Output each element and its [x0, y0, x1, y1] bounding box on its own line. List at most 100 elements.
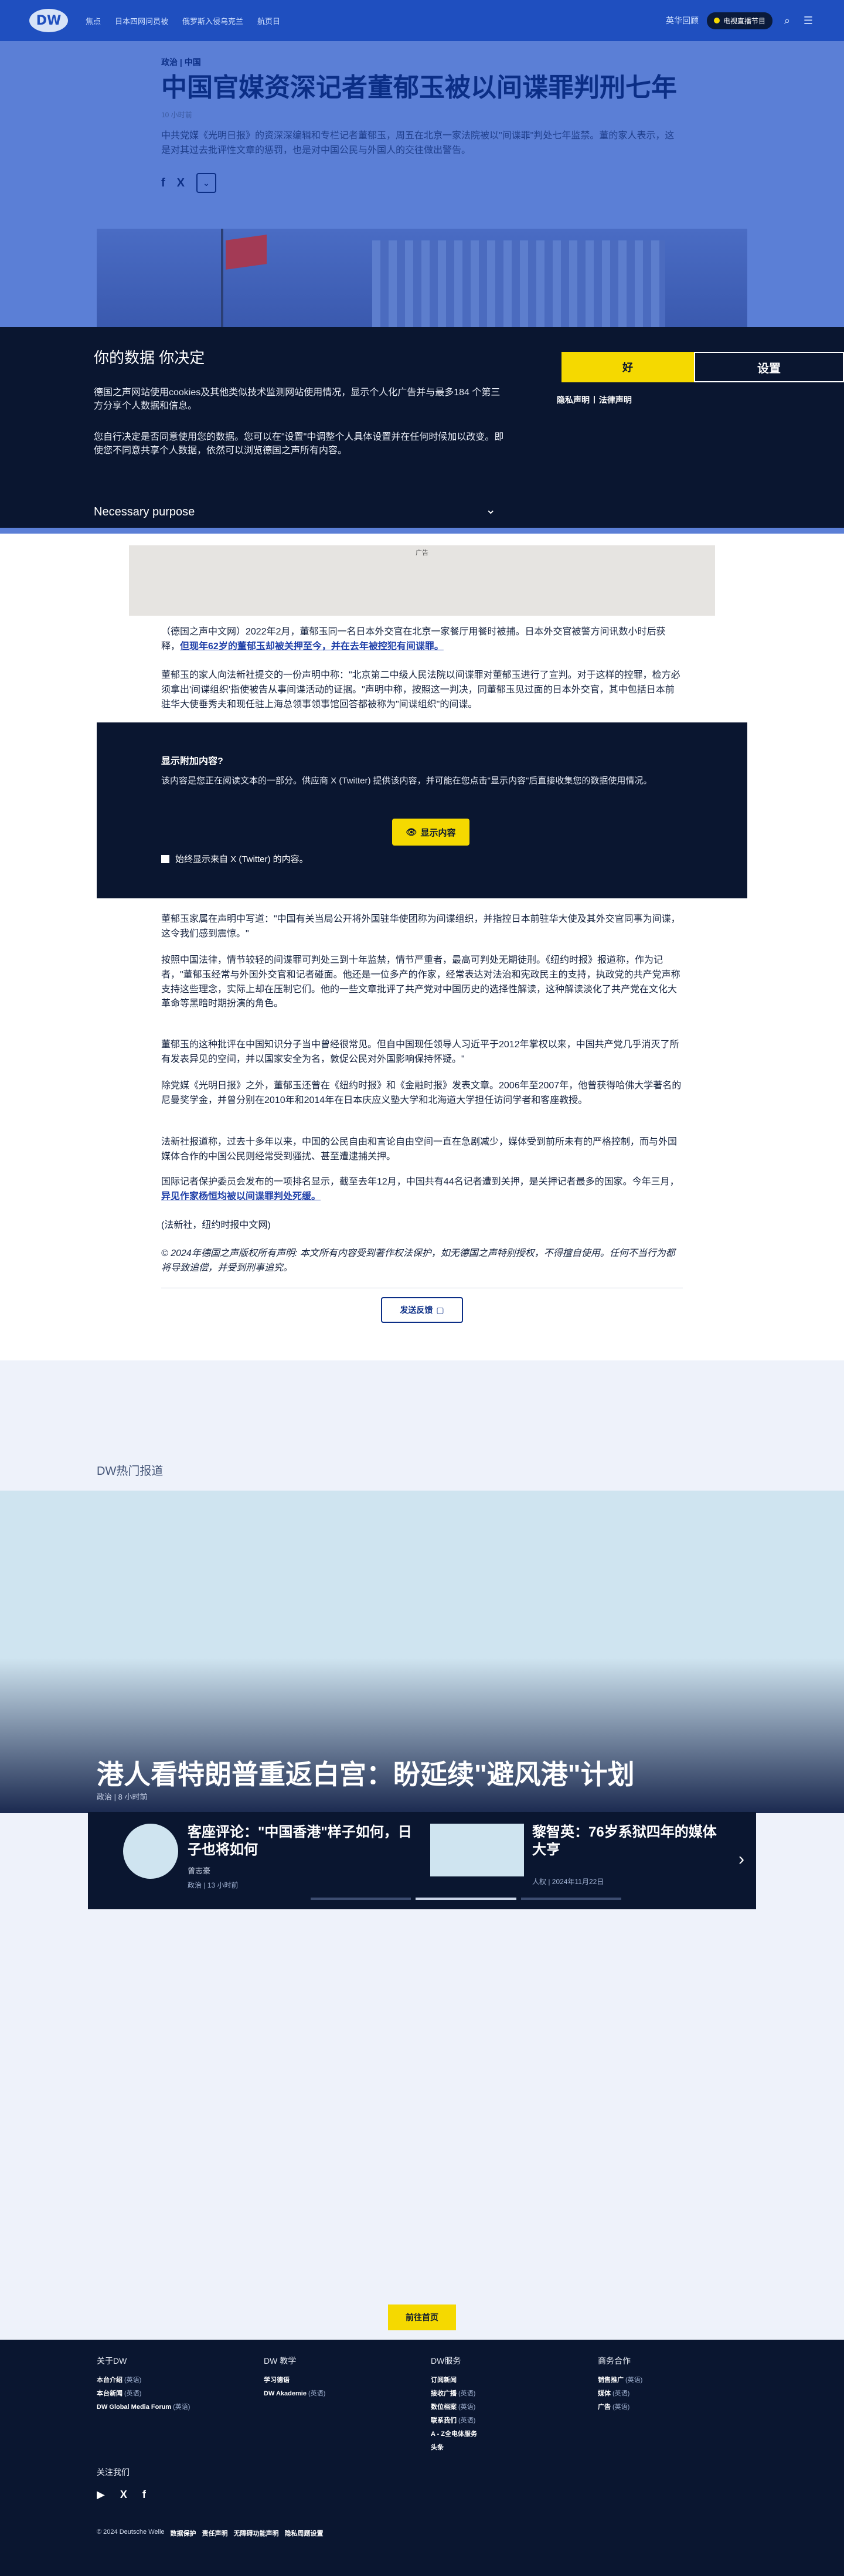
show-content-button[interactable]: 👁 显示内容 [392, 819, 469, 846]
always-show-label: 始终显示来自 X (Twitter) 的内容。 [175, 854, 308, 864]
top-navigation-bar: DW 焦点 日本四网问员被 俄罗斯入侵乌克兰 航页日 英华回顾 电视直播节目 ⌕… [0, 0, 844, 41]
chevron-down-icon[interactable]: ⌄ [485, 502, 496, 517]
header-actions: 英华回顾 电视直播节目 ⌕ ☰ [666, 12, 815, 29]
carousel-dot[interactable] [520, 1898, 621, 1900]
footer-col-about: 关于DW 本台介绍 (英语) 本台新闻 (英语) DW Global Media F… [97, 2355, 261, 2415]
footer-link[interactable]: 学习德语 [264, 2375, 428, 2384]
legal-link[interactable]: 法律声明 [599, 394, 632, 406]
necessary-purpose-toggle[interactable]: Necessary purpose [94, 505, 195, 519]
article-kicker[interactable]: 政治 | 中国 [161, 56, 683, 68]
flag [226, 235, 267, 270]
article-hero-image [97, 229, 747, 328]
footer-link[interactable]: DW Global Media Forum (英语) [97, 2402, 261, 2411]
search-icon[interactable]: ⌕ [781, 14, 794, 27]
footer-col-title: DW服务 [431, 2356, 461, 2365]
section-title: DW热门报道 [97, 1465, 164, 1478]
always-show-checkbox[interactable]: 始终显示来自 X (Twitter) 的内容。 [161, 853, 308, 865]
footer-link[interactable]: DW Akademie (英语) [264, 2388, 428, 2398]
legal-link[interactable]: 隐私周题设置 [285, 2529, 324, 2538]
footer: 关于DW 本台介绍 (英语) 本台新闻 (英语) DW Global Media F… [0, 2340, 844, 2576]
paragraph-1-link[interactable]: 但现年62岁的董郁玉却被关押至今，并在去年被控犯有间谍罪。 [180, 642, 444, 651]
footer-col-learning: DW 教学 学习德语 DW Akademie (英语) [264, 2355, 428, 2402]
follow-us-label: 关注我们 [97, 2468, 130, 2477]
card-author: 曾志豪 [188, 1866, 211, 1875]
link-separator: | [593, 394, 595, 403]
facebook-share-icon[interactable]: f [161, 177, 165, 190]
footer-col-title: 商务合作 [598, 2356, 631, 2365]
footer-link[interactable]: A - Z全电体服务 [431, 2429, 595, 2438]
footer-col-services: DW服务 订阅新闻 接收广播 (英语) 数位档案 (英语) 联系我们 (英语) A -… [431, 2355, 595, 2456]
footer-link[interactable]: 接收广播 (英语) [431, 2388, 595, 2398]
live-tv-button[interactable]: 电视直播节目 [706, 12, 772, 29]
author-avatar [123, 1824, 178, 1879]
youtube-icon[interactable]: ▶ [97, 2489, 105, 2501]
card-meta: 政治 | 13 小时前 [188, 1881, 239, 1889]
article-header: 政治 | 中国 中国官媒资深记者董郁玉被以间谍罪判刑七年 10 小时前 中共党媒… [161, 56, 683, 194]
checkbox-box[interactable] [161, 854, 169, 863]
footer-link[interactable]: 媒体 (英语) [598, 2388, 762, 2398]
x-icon[interactable]: X [120, 2489, 127, 2501]
article-headline: 中国官媒资深记者董郁玉被以间谍罪判刑七年 [161, 73, 677, 102]
paragraph-7: 法新社报道称，过去十多年以来，中国的公民自由和言论自由空间一直在急剧减少，媒体受… [161, 1137, 678, 1162]
building [372, 240, 665, 328]
paragraph-6: 除党媒《光明日报》之外，董郁玉还曾在《纽约时报》和《金融时报》发表文章。2006… [161, 1081, 682, 1105]
send-feedback-button[interactable]: 发送反馈 ▢ [381, 1297, 463, 1323]
embed-text: 该内容是您正在阅读文本的一部分。供应商 X (Twitter) 提供该内容，并可… [161, 776, 652, 786]
footer-link[interactable]: 销售推广 (英语) [598, 2375, 762, 2384]
paragraph-8-text: 国际记者保护委员会发布的一项排名显示，截至去年12月，中国共有44名记者遭到关押… [161, 1177, 679, 1187]
more-share-button[interactable]: ⌄ [196, 173, 217, 194]
legal-link[interactable]: 数据保护 [171, 2529, 196, 2538]
embed-title: 显示附加内容? [161, 756, 223, 766]
footer-col-title: 关于DW [97, 2356, 127, 2365]
footer-link[interactable]: 广告 (英语) [598, 2402, 762, 2411]
settings-button[interactable]: 设置 [694, 352, 844, 382]
story-carousel: 客座评论："中国香港"样子如何，日子也将如何 曾志豪 政治 | 13 小时前 黎… [88, 1812, 756, 1909]
accept-button[interactable]: 好 [561, 352, 694, 382]
main-nav: 焦点 日本四网问员被 俄罗斯入侵乌克兰 航页日 [86, 15, 280, 26]
carousel-progress [311, 1898, 621, 1900]
paragraph-3: 董郁玉家属在声明中写道："中国有关当局公开将外国驻华使团称为间谍组织，并指控日本… [161, 914, 680, 939]
nav-item-home[interactable]: 航页日 [257, 15, 280, 26]
nav-item-focus[interactable]: 焦点 [86, 15, 101, 26]
legal-link[interactable]: 无障碍功能声明 [234, 2529, 279, 2538]
dw-logo[interactable]: DW [29, 9, 68, 32]
cookie-links: 隐私声明 | 法律声明 [557, 394, 632, 406]
privacy-link[interactable]: 隐私声明 [557, 394, 590, 406]
legal-link[interactable]: 责任声明 [202, 2529, 228, 2538]
paragraph-5: 董郁玉的这种批评在中国知识分子当中曾经很常见。但自中国现任领导人习近平于2012… [161, 1040, 679, 1064]
carousel-card[interactable]: 黎智英：76岁系狱四年的媒体大亨 人权 | 2024年11月22日 [430, 1824, 723, 1894]
nav-item-japan[interactable]: 日本四网问员被 [115, 15, 168, 26]
chevron-right-icon[interactable]: › [738, 1849, 744, 1869]
footer-link[interactable]: 本台介绍 (英语) [97, 2375, 261, 2384]
feedback-label: 发送反馈 [400, 1305, 433, 1315]
external-content-embed: 显示附加内容? 该内容是您正在阅读文本的一部分。供应商 X (Twitter) … [97, 722, 747, 898]
carousel-card[interactable]: 客座评论："中国香港"样子如何，日子也将如何 曾志豪 政治 | 13 小时前 [123, 1824, 428, 1894]
feedback-icon: ▢ [436, 1305, 444, 1315]
language-selector[interactable]: 英华回顾 [666, 15, 699, 26]
footer-link[interactable]: 联系我们 (英语) [431, 2415, 595, 2425]
ad-label: 广告 [416, 549, 428, 556]
feature-headline[interactable]: 港人看特朗普重返白宫：盼延续"避风港"计划 [97, 1753, 635, 1792]
paragraph-8-link[interactable]: 异见作家杨恒均被以间谍罪判处死缓。 [161, 1192, 321, 1202]
source-line: (法新社，纽约时报中文网) [161, 1220, 271, 1230]
cookie-text-2: 您自行决定是否同意使用您的数据。您可以在"设置"中调整个人具体设置并在任何时候加… [94, 432, 504, 456]
x-share-icon[interactable]: X [177, 177, 185, 190]
carousel-dot-active[interactable] [416, 1898, 516, 1900]
footer-link[interactable]: 数位档案 (英语) [431, 2402, 595, 2411]
facebook-icon[interactable]: f [142, 2489, 146, 2501]
footer-link[interactable]: 头条 [431, 2442, 595, 2452]
feature-meta: 政治 | 8 小时前 [97, 1793, 148, 1801]
footer-col-title: DW 教学 [264, 2356, 297, 2365]
go-home-button[interactable]: 前往首页 [388, 2305, 456, 2330]
carousel-dot[interactable] [311, 1898, 411, 1900]
footer-link[interactable]: 本台新闻 (英语) [97, 2388, 261, 2398]
menu-icon[interactable]: ☰ [802, 14, 815, 27]
copyright: © 2024 Deutsche Welle [97, 2529, 165, 2536]
article-dateline: 10 小时前 [161, 110, 192, 119]
footer-link[interactable]: 订阅新闻 [431, 2375, 595, 2384]
flag-pole [221, 229, 223, 328]
article-lead: 中共党媒《光明日报》的资深深编辑和专栏记者董郁玉，周五在北京一家法院被以"间谍罪… [161, 130, 675, 155]
card-meta: 人权 | 2024年11月22日 [532, 1878, 604, 1886]
card-thumbnail [430, 1824, 524, 1876]
nav-item-ukraine[interactable]: 俄罗斯入侵乌克兰 [182, 15, 243, 26]
